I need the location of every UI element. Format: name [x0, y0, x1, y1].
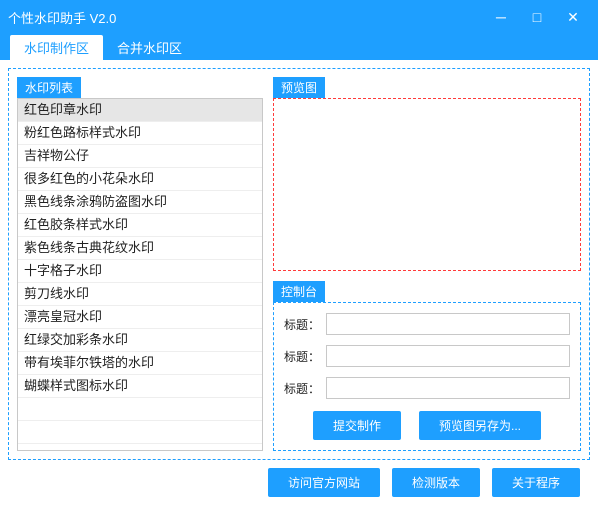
control-panel: 标题： 标题： 标题： 提交制作 预览图另存为...: [273, 302, 581, 451]
list-item[interactable]: 十字格子水印: [18, 260, 262, 283]
list-item-empty: [18, 444, 262, 451]
tab-bar: 水印制作区 合并水印区: [0, 34, 598, 60]
list-item[interactable]: 带有埃菲尔铁塔的水印: [18, 352, 262, 375]
field1-label: 标题：: [284, 316, 320, 333]
list-item[interactable]: 红色印章水印: [18, 99, 262, 122]
list-item[interactable]: 蝴蝶样式图标水印: [18, 375, 262, 398]
field3-input[interactable]: [326, 377, 570, 399]
list-item[interactable]: 黑色线条涂鸦防盗图水印: [18, 191, 262, 214]
list-item[interactable]: 红绿交加彩条水印: [18, 329, 262, 352]
control-button-row: 提交制作 预览图另存为...: [284, 411, 570, 440]
form-row-1: 标题：: [284, 313, 570, 335]
field2-input[interactable]: [326, 345, 570, 367]
maximize-icon[interactable]: □: [528, 9, 546, 25]
title-bar: 个性水印助手 V2.0 ─ □ ✕: [0, 0, 598, 34]
close-icon[interactable]: ✕: [564, 9, 582, 26]
field1-input[interactable]: [326, 313, 570, 335]
window-title: 个性水印助手 V2.0: [8, 8, 492, 27]
window-controls: ─ □ ✕: [492, 9, 590, 26]
tab-watermark-merge[interactable]: 合并水印区: [103, 35, 196, 60]
control-section-label: 控制台: [273, 281, 325, 302]
save-preview-button[interactable]: 预览图另存为...: [419, 411, 541, 440]
tab-watermark-make[interactable]: 水印制作区: [10, 35, 103, 60]
about-button[interactable]: 关于程序: [492, 468, 580, 497]
minimize-icon[interactable]: ─: [492, 9, 510, 25]
list-item[interactable]: 粉红色路标样式水印: [18, 122, 262, 145]
watermark-list[interactable]: 红色印章水印粉红色路标样式水印吉祥物公仔很多红色的小花朵水印黑色线条涂鸦防盗图水…: [17, 98, 263, 451]
field2-label: 标题：: [284, 348, 320, 365]
preview-box: [273, 98, 581, 271]
main-panel: 水印列表 红色印章水印粉红色路标样式水印吉祥物公仔很多红色的小花朵水印黑色线条涂…: [8, 68, 590, 460]
left-column: 水印列表 红色印章水印粉红色路标样式水印吉祥物公仔很多红色的小花朵水印黑色线条涂…: [17, 77, 263, 451]
right-column: 预览图 控制台 标题： 标题： 标题：: [273, 77, 581, 451]
list-item[interactable]: 剪刀线水印: [18, 283, 262, 306]
list-item-empty: [18, 421, 262, 444]
list-item[interactable]: 紫色线条古典花纹水印: [18, 237, 262, 260]
check-version-button[interactable]: 检测版本: [392, 468, 480, 497]
submit-button[interactable]: 提交制作: [313, 411, 401, 440]
visit-site-button[interactable]: 访问官方网站: [268, 468, 380, 497]
preview-section-label: 预览图: [273, 77, 325, 98]
list-item-empty: [18, 398, 262, 421]
list-section-label: 水印列表: [17, 77, 81, 98]
list-item[interactable]: 吉祥物公仔: [18, 145, 262, 168]
form-row-3: 标题：: [284, 377, 570, 399]
form-row-2: 标题：: [284, 345, 570, 367]
list-item[interactable]: 很多红色的小花朵水印: [18, 168, 262, 191]
list-item[interactable]: 红色胶条样式水印: [18, 214, 262, 237]
field3-label: 标题：: [284, 380, 320, 397]
content-area: 水印列表 红色印章水印粉红色路标样式水印吉祥物公仔很多红色的小花朵水印黑色线条涂…: [0, 60, 598, 506]
list-item[interactable]: 漂亮皇冠水印: [18, 306, 262, 329]
footer-bar: 访问官方网站 检测版本 关于程序: [8, 460, 590, 497]
